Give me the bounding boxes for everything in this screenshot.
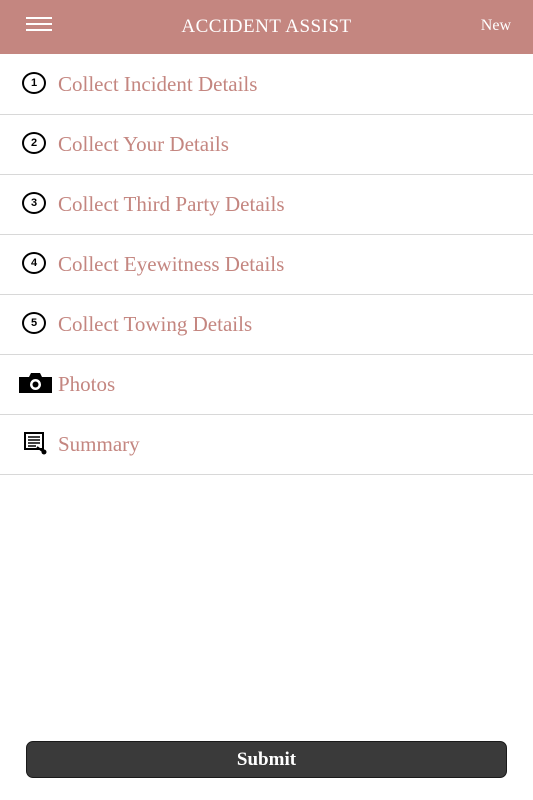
menu-item-summary[interactable]: Summary (0, 415, 533, 475)
hamburger-menu-icon[interactable] (22, 14, 58, 38)
menu-item-incident-details[interactable]: 1 Collect Incident Details (0, 55, 533, 115)
camera-icon (19, 373, 52, 393)
menu-item-third-party-details[interactable]: 3 Collect Third Party Details (0, 175, 533, 235)
step-badge: 1 (22, 72, 46, 94)
number-5-circle-icon: 5 (22, 312, 48, 336)
menu-item-label: Collect Incident Details (58, 72, 258, 96)
number-3-circle-icon: 3 (22, 192, 48, 216)
menu-list: 1 Collect Incident Details 2 Collect You… (0, 55, 533, 475)
step-badge: 4 (22, 252, 46, 274)
menu-item-label: Collect Third Party Details (58, 192, 285, 216)
submit-button[interactable]: Submit (26, 741, 507, 778)
page-title: ACCIDENT ASSIST (181, 16, 352, 37)
app-header: ACCIDENT ASSIST New (0, 0, 533, 54)
step-badge: 5 (22, 312, 46, 334)
number-4-circle-icon: 4 (22, 252, 48, 276)
step-badge: 2 (22, 132, 46, 154)
menu-item-eyewitness-details[interactable]: 4 Collect Eyewitness Details (0, 235, 533, 295)
summary-document-icon (24, 432, 48, 456)
menu-item-photos[interactable]: Photos (0, 355, 533, 415)
new-button[interactable]: New (481, 17, 511, 35)
menu-item-your-details[interactable]: 2 Collect Your Details (0, 115, 533, 175)
menu-item-label: Collect Eyewitness Details (58, 252, 285, 276)
menu-item-label: Collect Towing Details (58, 312, 253, 336)
menu-item-label: Collect Your Details (58, 132, 229, 156)
menu-item-label: Photos (58, 372, 116, 396)
menu-item-towing-details[interactable]: 5 Collect Towing Details (0, 295, 533, 355)
step-badge: 3 (22, 192, 46, 214)
number-2-circle-icon: 2 (22, 132, 48, 156)
number-1-circle-icon: 1 (22, 72, 48, 96)
menu-item-label: Summary (58, 432, 140, 456)
